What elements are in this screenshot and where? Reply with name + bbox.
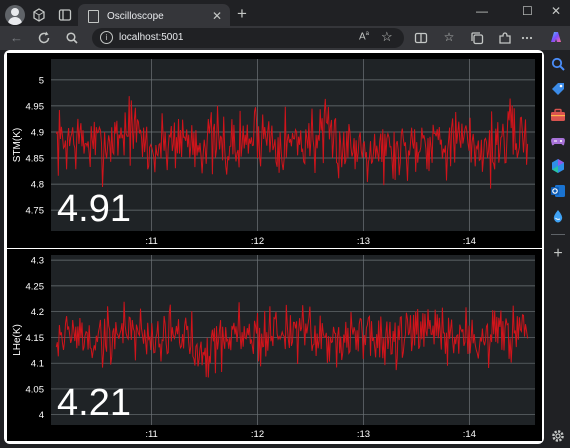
y-tick-label: 5 <box>39 75 44 86</box>
sidebar-search-icon[interactable] <box>550 56 566 72</box>
star-icon[interactable]: ☆ <box>381 29 393 45</box>
x-tick-label: :12 <box>251 236 264 247</box>
gear-icon[interactable] <box>550 428 566 444</box>
y-tick-label: 4.75 <box>26 206 45 217</box>
add-sidebar-app-icon[interactable]: + <box>550 246 566 262</box>
favorites-icon[interactable]: ☆ <box>442 30 456 44</box>
maximize-icon[interactable]: ☐ <box>522 4 533 18</box>
y-tick-label: 4.15 <box>26 333 45 344</box>
collections-icon[interactable] <box>470 31 484 45</box>
address-toolbar: ← i localhost:5001 Aa ☆ ☆ <box>0 26 570 50</box>
y-tick-label: 4.25 <box>26 281 45 292</box>
x-tick-label: :11 <box>145 236 158 247</box>
y-tick-label: 4.95 <box>26 101 45 112</box>
tab-title: Oscilloscope <box>107 11 164 22</box>
x-tick-label: :14 <box>463 236 476 247</box>
workspaces-icon[interactable] <box>30 6 48 24</box>
y-axis-label: LHe(K) <box>12 324 23 356</box>
sidebar-divider <box>551 234 565 235</box>
y-tick-label: 4 <box>39 410 44 421</box>
stm-chart: 4.75 4.8 4.85 4.9 4.95 5 :11 :12 :13 :14 STM(K) 4.9… <box>12 59 535 247</box>
avatar-icon[interactable] <box>5 5 25 25</box>
current-value-readout: 4.91 <box>57 188 131 230</box>
address-bar[interactable]: i localhost:5001 Aa ☆ <box>92 28 404 48</box>
lhe-scope: 4 4.05 4.1 4.15 4.2 4.25 4.3 :11 :12 :13 :14 LHe(K)… <box>7 249 542 441</box>
shopping-icon[interactable] <box>550 81 566 97</box>
x-tick-label: :14 <box>463 429 476 440</box>
extensions-icon[interactable] <box>498 31 512 45</box>
page-icon <box>88 10 99 23</box>
drop-icon[interactable] <box>550 208 566 224</box>
y-tick-label: 4.8 <box>31 180 44 191</box>
y-tick-label: 4.1 <box>31 359 44 370</box>
y-tick-label: 4.85 <box>26 154 45 165</box>
y-tick-label: 4.2 <box>31 307 44 318</box>
minimize-icon[interactable]: — <box>476 4 488 18</box>
lhe-chart: 4 4.05 4.1 4.15 4.2 4.25 4.3 :11 :12 :13 :14 LHe(K)… <box>12 255 535 440</box>
search-icon[interactable] <box>65 31 79 45</box>
refresh-icon[interactable] <box>37 31 51 45</box>
x-tick-label: :11 <box>145 429 158 440</box>
y-axis-label: STM(K) <box>12 128 23 162</box>
edge-sidebar: + <box>546 50 570 448</box>
split-screen-icon[interactable] <box>414 31 428 45</box>
web-page: 4.75 4.8 4.85 4.9 4.95 5 :11 :12 :13 :14 STM(K) 4.9… <box>4 50 544 444</box>
read-aloud-icon[interactable]: Aa <box>359 31 369 42</box>
site-info-icon[interactable]: i <box>100 31 113 44</box>
back-icon[interactable]: ← <box>10 30 23 46</box>
url-text: localhost:5001 <box>119 32 184 43</box>
x-tick-label: :13 <box>357 429 370 440</box>
y-tick-label: 4.9 <box>31 127 44 138</box>
close-window-icon[interactable]: ✕ <box>551 4 561 18</box>
x-tick-label: :13 <box>357 236 370 247</box>
copilot-icon[interactable] <box>548 29 562 43</box>
tab-actions-icon[interactable] <box>56 6 74 24</box>
x-tick-label: :12 <box>251 429 264 440</box>
more-options-icon[interactable] <box>520 31 534 45</box>
outlook-icon[interactable] <box>550 183 566 199</box>
close-tab-icon[interactable]: ✕ <box>212 9 222 23</box>
new-tab-button[interactable]: + <box>237 5 247 23</box>
microsoft-365-icon[interactable] <box>550 158 566 174</box>
y-tick-label: 4.3 <box>31 256 44 267</box>
stm-scope: 4.75 4.8 4.85 4.9 4.95 5 :11 :12 :13 :14 STM(K) 4.9… <box>7 53 542 248</box>
games-icon[interactable] <box>550 133 566 149</box>
y-tick-label: 4.05 <box>26 384 45 395</box>
current-value-readout: 4.21 <box>57 382 131 424</box>
tools-icon[interactable] <box>550 107 566 123</box>
